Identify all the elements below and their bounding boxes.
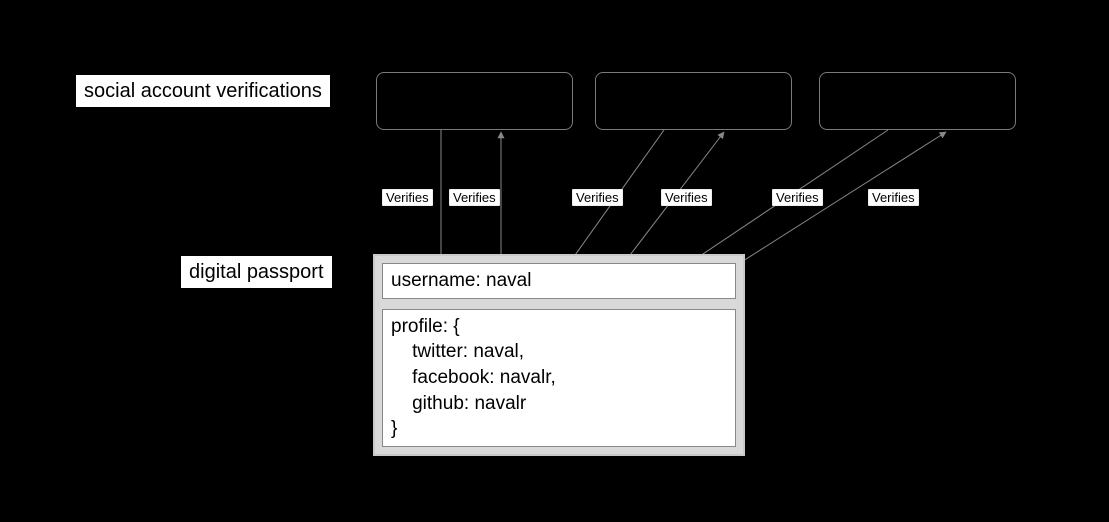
digital-passport-box: username: naval profile: { twitter: nava…	[373, 254, 745, 456]
passport-profile-field: profile: { twitter: naval, facebook: nav…	[382, 309, 736, 447]
account-box-1	[376, 72, 573, 130]
edge-label-5: Verifies	[772, 189, 823, 206]
edge-label-4: Verifies	[661, 189, 712, 206]
digital-passport-label: digital passport	[181, 256, 332, 288]
edge-label-1: Verifies	[382, 189, 433, 206]
social-verifications-label: social account verifications	[76, 75, 330, 107]
account-box-3	[819, 72, 1016, 130]
edge-label-3: Verifies	[572, 189, 623, 206]
edge-label-6: Verifies	[868, 189, 919, 206]
account-box-2	[595, 72, 792, 130]
edge-label-2: Verifies	[449, 189, 500, 206]
passport-username-field: username: naval	[382, 263, 736, 299]
